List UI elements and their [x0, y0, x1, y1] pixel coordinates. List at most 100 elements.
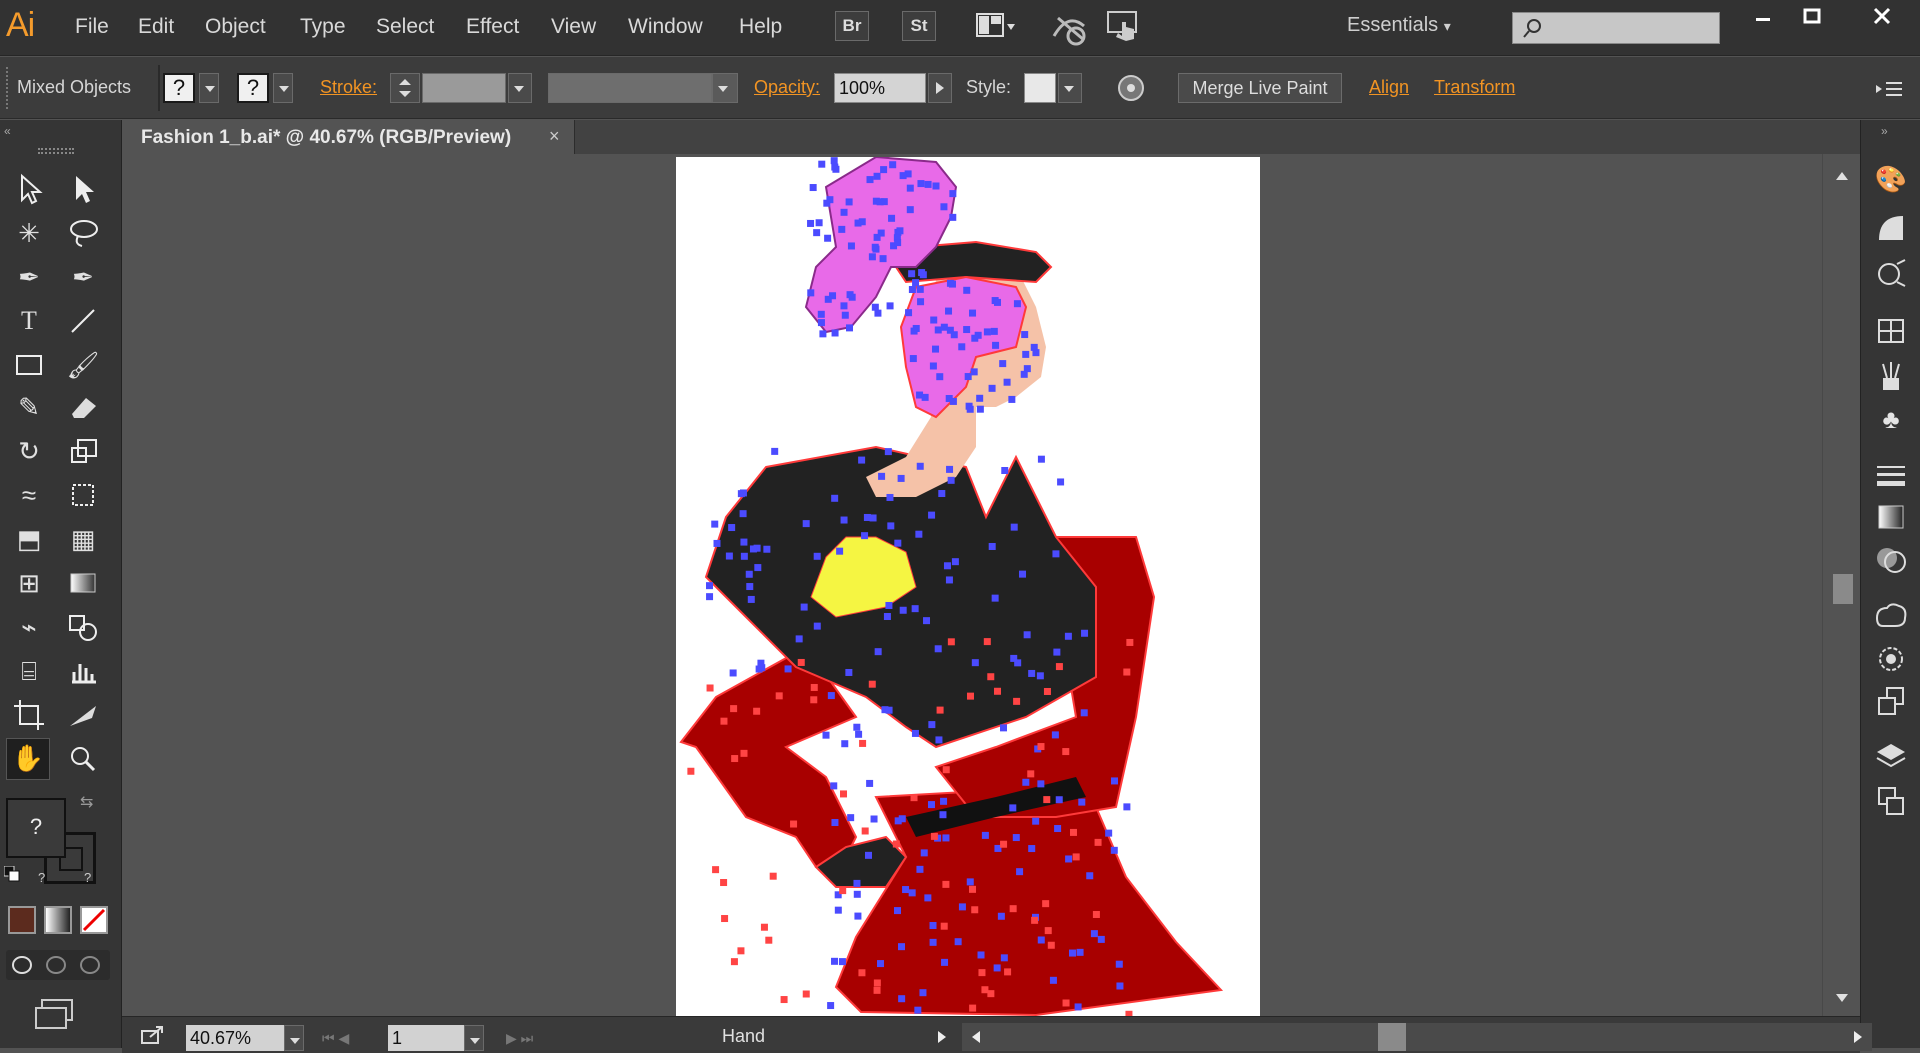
menu-file[interactable]: File	[75, 15, 109, 39]
symbol-sprayer-tool-icon[interactable]: ⌸	[10, 652, 48, 690]
artboard-dropdown[interactable]	[464, 1025, 484, 1051]
minimize-button[interactable]	[1740, 4, 1784, 30]
stroke-label-link[interactable]: Stroke:	[320, 77, 377, 98]
selection-tool-icon[interactable]	[10, 170, 48, 208]
stroke-weight-dropdown[interactable]	[508, 73, 532, 103]
menu-object[interactable]: Object	[205, 15, 266, 39]
gradient-mode-button[interactable]	[44, 906, 72, 934]
eraser-tool-icon[interactable]	[64, 388, 102, 426]
direct-selection-tool-icon[interactable]	[64, 170, 102, 208]
opacity-label-link[interactable]: Opacity:	[754, 77, 820, 98]
shape-builder-tool-icon[interactable]: ⬒	[10, 520, 48, 558]
swatches-icon[interactable]	[1871, 312, 1911, 350]
control-panel-menu-icon[interactable]	[1874, 79, 1904, 99]
opacity-input[interactable]: 100%	[834, 73, 926, 103]
stock-button[interactable]: St	[902, 11, 936, 41]
artboard-number-input[interactable]: 1	[388, 1025, 464, 1051]
eyedropper-tool-icon[interactable]: ⌁	[10, 608, 48, 646]
stroke-weight-stepper[interactable]	[390, 73, 420, 103]
swap-fill-stroke-icon[interactable]: ⇆	[80, 792, 93, 812]
gradient-tool-icon[interactable]	[64, 564, 102, 602]
last-artboard-icon[interactable]: ▶ ⏭	[506, 1025, 566, 1051]
free-transform-tool-icon[interactable]	[64, 476, 102, 514]
type-tool-icon[interactable]: T	[10, 302, 48, 340]
graphic-style-dropdown[interactable]	[1058, 73, 1082, 103]
fill-swatch[interactable]: ?	[163, 73, 195, 103]
asset-export-icon[interactable]	[1871, 682, 1911, 720]
menu-view[interactable]: View	[551, 15, 596, 39]
stroke-weight-input[interactable]	[422, 73, 506, 103]
slice-tool-icon[interactable]	[64, 696, 102, 734]
menu-select[interactable]: Select	[376, 15, 434, 39]
menu-effect[interactable]: Effect	[466, 15, 519, 39]
opacity-slider-toggle[interactable]	[928, 73, 952, 103]
symbols-icon[interactable]: ♣	[1871, 400, 1911, 438]
close-icon[interactable]: ×	[549, 126, 560, 147]
recolor-artwork-icon[interactable]	[1116, 73, 1146, 103]
blend-tool-icon[interactable]	[64, 608, 102, 646]
default-fill-stroke-icon[interactable]	[4, 866, 20, 882]
magic-wand-tool-icon[interactable]: ✳	[10, 214, 48, 252]
none-mode-button[interactable]	[80, 906, 108, 934]
mesh-tool-icon[interactable]: ⊞	[10, 564, 48, 602]
search-input[interactable]	[1512, 12, 1720, 44]
rotate-tool-icon[interactable]: ↻	[10, 432, 48, 470]
horizontal-scrollbar[interactable]	[962, 1023, 1872, 1051]
profile-dropdown[interactable]	[712, 73, 738, 103]
graphic-styles-icon[interactable]	[1871, 640, 1911, 678]
stroke-panel-icon[interactable]	[1871, 456, 1911, 494]
scale-tool-icon[interactable]	[64, 432, 102, 470]
expand-panels-icon[interactable]: »	[1881, 124, 1888, 138]
rectangle-tool-icon[interactable]	[10, 346, 48, 384]
collapse-panel-icon[interactable]: «	[4, 124, 11, 138]
workspace-switcher[interactable]: Essentials ▾	[1347, 14, 1451, 37]
open-in-bridge-icon[interactable]	[140, 1023, 166, 1047]
stroke-swatch[interactable]: ?	[237, 73, 269, 103]
zoom-dropdown[interactable]	[284, 1025, 304, 1051]
draw-normal-icon[interactable]	[12, 956, 32, 974]
brushes-icon[interactable]	[1871, 358, 1911, 396]
color-guide-icon[interactable]	[1871, 210, 1911, 248]
width-tool-icon[interactable]: ≈	[10, 476, 48, 514]
align-link[interactable]: Align	[1369, 77, 1409, 98]
artboard-tool-icon[interactable]	[10, 696, 48, 734]
zoom-level-input[interactable]: 40.67%	[186, 1025, 284, 1051]
line-segment-tool-icon[interactable]	[64, 302, 102, 340]
paintbrush-tool-icon[interactable]: 🖌	[64, 346, 102, 384]
artboards-panel-icon[interactable]	[1871, 782, 1911, 820]
merge-live-paint-button[interactable]: Merge Live Paint	[1178, 73, 1342, 103]
menu-type[interactable]: Type	[300, 15, 346, 39]
maximize-button[interactable]	[1790, 4, 1834, 30]
menu-edit[interactable]: Edit	[138, 15, 174, 39]
hscroll-thumb[interactable]	[1378, 1023, 1406, 1051]
transform-link[interactable]: Transform	[1434, 77, 1515, 98]
touch-workspace-icon[interactable]	[1104, 8, 1144, 44]
status-menu-icon[interactable]	[932, 1027, 952, 1047]
column-graph-tool-icon[interactable]	[64, 652, 102, 690]
perspective-grid-tool-icon[interactable]: ▦	[64, 520, 102, 558]
bridge-button[interactable]: Br	[835, 11, 869, 41]
first-artboard-icon[interactable]: ⏮ ◀	[322, 1025, 382, 1051]
document-tab[interactable]: Fashion 1_b.ai* @ 40.67% (RGB/Preview) ×	[125, 120, 575, 154]
color-mode-button[interactable]	[8, 906, 36, 934]
stroke-dropdown[interactable]	[273, 73, 293, 103]
fill-dropdown[interactable]	[199, 73, 219, 103]
variable-width-profile[interactable]	[548, 73, 712, 103]
lasso-tool-icon[interactable]	[64, 214, 102, 252]
gpu-performance-icon[interactable]	[1050, 10, 1092, 46]
transparency-icon[interactable]	[1871, 540, 1911, 578]
color-palette-icon[interactable]: 🎨	[1871, 160, 1911, 198]
layers-icon[interactable]	[1871, 738, 1911, 776]
draw-inside-icon[interactable]	[80, 956, 100, 974]
pen-tool-icon[interactable]: ✒	[10, 258, 48, 296]
arrange-documents-icon[interactable]	[975, 10, 1017, 42]
menu-help[interactable]: Help	[739, 15, 782, 39]
vertical-scrollbar[interactable]	[1822, 154, 1860, 1016]
pencil-tool-icon[interactable]: ✎	[10, 388, 48, 426]
zoom-tool-icon[interactable]	[64, 740, 102, 778]
close-button[interactable]	[1860, 4, 1904, 30]
gradient-panel-icon[interactable]	[1871, 498, 1911, 536]
fill-indicator[interactable]: ?	[6, 798, 66, 858]
artboard[interactable]	[676, 157, 1260, 1019]
graphic-style-swatch[interactable]	[1024, 73, 1056, 103]
